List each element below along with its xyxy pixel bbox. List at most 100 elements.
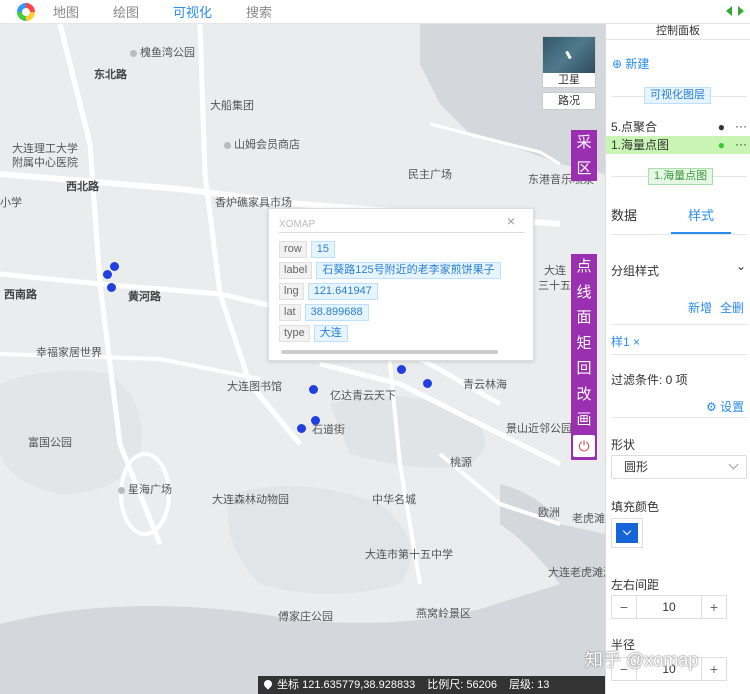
tool-rectangle[interactable]: 矩 xyxy=(576,331,591,357)
map-label: 山姆会员商店 xyxy=(224,136,300,152)
satellite-toggle[interactable]: 卫星 xyxy=(542,36,596,88)
layer-name: 1.海量点图 xyxy=(611,138,670,152)
popup-row: lng 121.641947 xyxy=(279,283,378,300)
panel-tabs: 数据 样式 xyxy=(611,208,747,234)
map-label: 黄河路 xyxy=(128,291,161,303)
layers-chip: 可视化图层 xyxy=(644,87,711,104)
settings-label: 设置 xyxy=(720,400,745,414)
map-point[interactable] xyxy=(103,270,112,279)
map-label: 富国公园 xyxy=(28,437,72,449)
watermark: 知乎 @xomap xyxy=(585,650,699,670)
traffic-toggle[interactable]: 路况 xyxy=(542,92,596,110)
shape-select[interactable]: 圆形 xyxy=(611,455,747,479)
add-button[interactable]: 新增 xyxy=(688,299,712,316)
fill-color-picker[interactable] xyxy=(611,518,643,548)
spacing-value[interactable]: 10 xyxy=(636,596,702,618)
map-label: 青云林海 xyxy=(463,379,507,391)
map-point[interactable] xyxy=(107,283,116,292)
main-nav: 地图 绘图 可视化 搜索 xyxy=(53,2,306,21)
popup-key: type xyxy=(279,325,310,342)
map-label: 亿达青云天下 xyxy=(330,390,396,402)
more-icon[interactable]: ··· xyxy=(735,117,747,135)
group-style-label[interactable]: 分组样式 xyxy=(611,262,659,279)
map-point[interactable] xyxy=(309,385,318,394)
tool-edit[interactable]: 改 xyxy=(576,382,591,408)
location-pin-icon[interactable]: ● xyxy=(718,118,725,136)
panel-title: 控制面板 xyxy=(606,24,750,40)
plus-circle-icon: ⊕ xyxy=(612,57,623,71)
top-bar: 地图 绘图 可视化 搜索 xyxy=(0,0,750,24)
coord-readout: 坐标 121.635779,38.928833 xyxy=(262,676,415,694)
map-point[interactable] xyxy=(297,424,306,433)
map-label: 大连图书馆 xyxy=(227,381,282,393)
arrow-right-icon[interactable] xyxy=(738,6,744,16)
map-label: 大连 xyxy=(544,265,566,277)
scale-value: 56206 xyxy=(466,679,498,691)
plus-icon[interactable]: + xyxy=(702,661,726,677)
map-label: 民主广场 xyxy=(408,169,452,181)
spacing-stepper[interactable]: − 10 + xyxy=(611,595,727,619)
minus-icon[interactable]: − xyxy=(612,599,636,615)
nav-search[interactable]: 搜索 xyxy=(246,2,272,21)
tool-paint[interactable]: 画 xyxy=(576,407,591,433)
layer-item[interactable]: 5.点聚合 ● ··· xyxy=(606,118,750,136)
tool-collect[interactable]: 采 xyxy=(576,130,591,156)
location-pin-icon xyxy=(262,678,274,690)
map-label: 大船集团 xyxy=(210,100,254,112)
divider xyxy=(611,234,747,235)
power-icon[interactable]: ⏻ xyxy=(573,434,595,457)
map-canvas[interactable]: 槐鱼湾公园 大连理工大学 附属中心医院 西北路 大船集团 山姆会员商店 香炉礁家… xyxy=(0,24,605,694)
map-label: 桃源 xyxy=(450,457,472,469)
tool-area[interactable]: 区 xyxy=(576,156,591,182)
tab-data[interactable]: 数据 xyxy=(611,208,671,234)
map-point[interactable] xyxy=(110,262,119,271)
popup-scrollbar[interactable] xyxy=(281,350,498,354)
layer-item-selected[interactable]: 1.海量点图 ● ··· xyxy=(606,136,750,154)
chevron-down-icon[interactable]: ⌄ xyxy=(736,259,746,273)
map-label: 三十五 xyxy=(538,280,571,292)
tool-circle[interactable]: 回 xyxy=(576,356,591,382)
map-label: 大连老虎滩海洋公园 xyxy=(548,567,605,579)
control-panel: 控制面板 ⊕ 新建 可视化图层 5.点聚合 ● ··· 1.海量点图 ● ···… xyxy=(605,24,750,694)
nav-draw[interactable]: 绘图 xyxy=(113,2,139,21)
tab-style[interactable]: 样式 xyxy=(671,208,731,234)
popup-row: lat 38.899688 xyxy=(279,304,369,321)
popup-key: label xyxy=(279,262,313,279)
arrow-left-icon[interactable] xyxy=(726,6,732,16)
nav-map[interactable]: 地图 xyxy=(53,2,79,21)
map-label: 景山近邻公园 xyxy=(506,423,572,435)
fill-color-label: 填充颜色 xyxy=(611,500,660,514)
more-icon[interactable]: ··· xyxy=(735,135,747,153)
nav-visualize[interactable]: 可视化 xyxy=(173,2,212,21)
map-point[interactable] xyxy=(397,365,406,374)
close-icon[interactable]: × xyxy=(633,335,640,349)
panel-arrows[interactable] xyxy=(726,6,744,16)
tool-line[interactable]: 线 xyxy=(576,280,591,306)
style-tag[interactable]: 样1 × xyxy=(611,333,640,350)
plus-icon[interactable]: + xyxy=(702,599,726,615)
new-button[interactable]: ⊕ 新建 xyxy=(612,55,649,72)
delete-all-button[interactable]: 全删 xyxy=(720,299,744,316)
map-label: 燕窝岭景区 xyxy=(416,608,471,620)
map-label: 傅家庄公园 xyxy=(278,611,333,623)
draw-toolbar: 点 线 面 矩 回 改 画 ⏻ xyxy=(571,254,597,460)
tool-polygon[interactable]: 面 xyxy=(576,305,591,331)
popup-value: 15 xyxy=(310,241,335,258)
close-icon[interactable]: × xyxy=(507,213,515,229)
location-pin-icon[interactable]: ● xyxy=(718,136,725,154)
popup-row: label 石葵路125号附近的老李家煎饼果子 xyxy=(279,262,501,279)
map-point[interactable] xyxy=(311,416,320,425)
map-point[interactable] xyxy=(423,379,432,388)
zoom-readout: 层级: 13 xyxy=(509,676,549,694)
popup-key: lng xyxy=(279,283,304,300)
zoom-label: 层级: xyxy=(509,679,535,691)
popup-divider xyxy=(279,232,525,233)
settings-button[interactable]: ⚙ 设置 xyxy=(706,398,744,415)
new-label: 新建 xyxy=(625,57,650,71)
info-popup: XOMAP × row 15 label 石葵路125号附近的老李家煎饼果子 l… xyxy=(268,208,534,361)
map-label: 槐鱼湾公园 xyxy=(130,44,195,60)
tool-point[interactable]: 点 xyxy=(576,254,591,280)
chevron-down-icon xyxy=(728,459,739,470)
status-bar: 坐标 121.635779,38.928833 比例尺: 56206 层级: 1… xyxy=(258,676,605,694)
map-label: 中华名城 xyxy=(372,494,416,506)
